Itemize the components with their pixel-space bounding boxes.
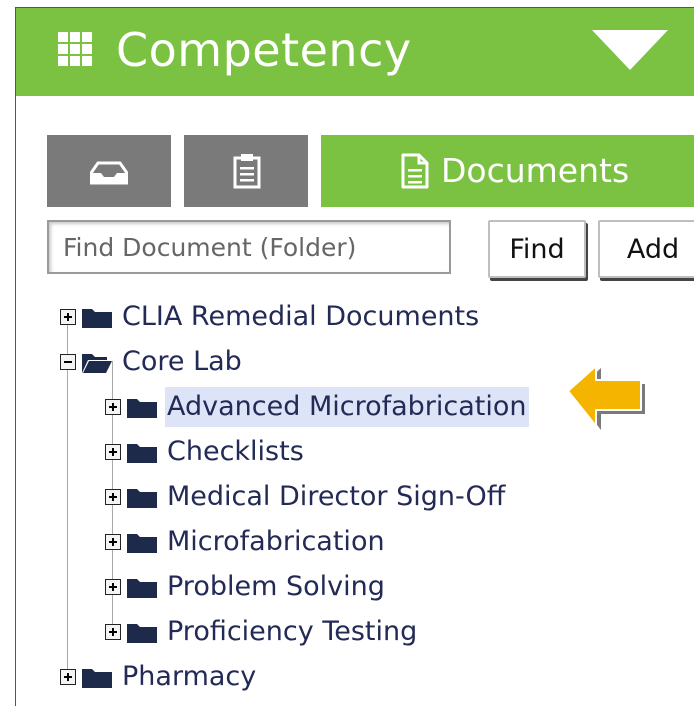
folder-closed-icon — [127, 624, 157, 643]
tree-item-problem-solving[interactable]: Problem Solving — [105, 567, 387, 607]
folder-closed-icon — [127, 579, 157, 598]
tree-item-label: CLIA Remedial Documents — [122, 301, 480, 332]
folder-closed-icon — [127, 399, 157, 418]
tree-item-label: Problem Solving — [167, 571, 385, 602]
tab-documents-label: Documents — [441, 151, 630, 190]
tree-item-label: Core Lab — [122, 346, 242, 377]
clipboard-icon — [233, 154, 261, 189]
tree-item-label: Microfabrication — [167, 526, 385, 557]
tree-item-label: Proficiency Testing — [167, 616, 418, 647]
tree-item-pharmacy[interactable]: Pharmacy — [60, 657, 258, 697]
expand-plus-icon[interactable] — [105, 489, 121, 505]
expand-plus-icon[interactable] — [105, 624, 121, 640]
tree-item-core-lab[interactable]: Core Lab — [60, 342, 244, 382]
tree-item-microfabrication[interactable]: Microfabrication — [105, 522, 387, 562]
tab-inbox[interactable] — [47, 135, 171, 207]
caret-down-icon[interactable] — [592, 30, 668, 70]
left-arrow-pointer-icon — [567, 366, 645, 430]
folder-closed-icon — [127, 534, 157, 553]
expand-plus-icon[interactable] — [60, 309, 76, 325]
tree-item-proficiency-testing[interactable]: Proficiency Testing — [105, 612, 419, 652]
inbox-tray-icon — [90, 161, 128, 185]
app-title: Competency — [116, 23, 412, 77]
folder-closed-icon — [127, 444, 157, 463]
tree-item-clia-remedial-documents[interactable]: CLIA Remedial Documents — [60, 297, 481, 337]
tree-item-label: Checklists — [167, 436, 304, 467]
grid-icon[interactable] — [58, 32, 92, 66]
tree-item-label: Pharmacy — [122, 661, 257, 692]
expand-plus-icon[interactable] — [60, 669, 76, 685]
folder-closed-icon — [82, 309, 112, 328]
tree-item-advanced-microfabrication[interactable]: Advanced Microfabrication — [105, 387, 529, 427]
find-button[interactable]: Find — [488, 220, 586, 278]
find-document-input[interactable] — [47, 220, 451, 274]
add-button[interactable]: Add — [598, 220, 694, 278]
tree-item-checklists[interactable]: Checklists — [105, 432, 306, 472]
tree-item-label: Advanced Microfabrication — [165, 387, 529, 427]
tree-item-label: Medical Director Sign-Off — [167, 481, 506, 512]
tab-documents[interactable]: Documents — [321, 135, 694, 207]
expand-plus-icon[interactable] — [105, 534, 121, 550]
folder-open-icon — [82, 354, 112, 373]
folder-closed-icon — [82, 669, 112, 688]
tree-item-medical-director-sign-off[interactable]: Medical Director Sign-Off — [105, 477, 507, 517]
app-frame: Competency Documents Find Add — [15, 7, 694, 706]
app-header: Competency — [16, 8, 694, 96]
expand-plus-icon[interactable] — [105, 399, 121, 415]
tab-clipboard[interactable] — [184, 135, 308, 207]
collapse-minus-icon[interactable] — [60, 354, 76, 370]
expand-plus-icon[interactable] — [105, 444, 121, 460]
document-icon — [401, 153, 429, 189]
folder-closed-icon — [127, 489, 157, 508]
expand-plus-icon[interactable] — [105, 579, 121, 595]
